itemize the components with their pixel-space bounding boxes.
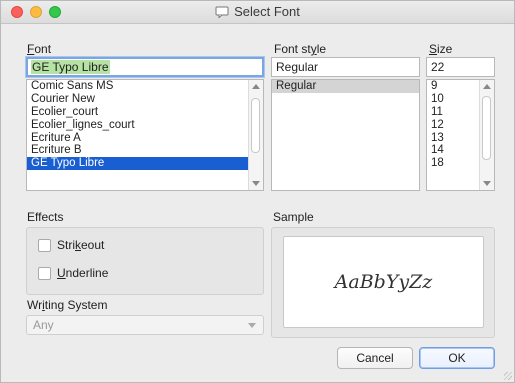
scroll-down-arrow-icon[interactable] (483, 181, 491, 186)
font-style-list-items: Regular (272, 80, 419, 93)
scroll-up-arrow-icon[interactable] (252, 84, 260, 89)
font-input[interactable]: GE Typo Libre (26, 57, 264, 77)
chevron-down-icon (248, 323, 256, 328)
effects-group: Strikeout Underline (26, 227, 264, 295)
sample-label: Sample (273, 210, 314, 224)
scroll-down-arrow-icon[interactable] (252, 181, 260, 186)
font-list-item[interactable]: Courier New (27, 93, 263, 106)
size-label: Size (429, 42, 453, 56)
font-label: Font (27, 42, 52, 56)
font-style-list-item[interactable]: Regular (272, 80, 419, 93)
ok-button[interactable]: OK (419, 347, 495, 369)
font-style-input[interactable]: Regular (271, 57, 420, 77)
size-list[interactable]: 9 10 11 12 13 14 18 (426, 79, 495, 191)
writing-system-select[interactable]: Any (26, 315, 264, 335)
font-list-items: Comic Sans MS Courier New Ecolier_court Eco… (27, 80, 263, 171)
writing-system-label: Writing System (27, 298, 108, 312)
font-dialog-icon (215, 6, 229, 19)
font-list[interactable]: Comic Sans MS Courier New Ecolier_court Eco… (26, 79, 264, 191)
strikeout-checkbox[interactable] (38, 239, 51, 252)
cancel-button[interactable]: Cancel (337, 347, 413, 369)
sample-group: AaBbYyZz (271, 227, 495, 338)
sample-preview: AaBbYyZz (283, 236, 484, 328)
select-font-dialog: Select Font Font GE Typo Libre Comic San… (0, 0, 515, 383)
font-style-list[interactable]: Regular (271, 79, 420, 191)
underline-checkbox[interactable] (38, 267, 51, 280)
resize-grip-icon[interactable] (504, 372, 512, 380)
size-input[interactable]: 22 (426, 57, 495, 77)
scroll-thumb[interactable] (251, 98, 260, 153)
font-list-scrollbar[interactable] (248, 80, 263, 190)
window-title: Select Font (1, 4, 514, 19)
window-title-text: Select Font (234, 4, 300, 19)
strikeout-label[interactable]: Strikeout (57, 238, 104, 252)
font-list-item[interactable]: GE Typo Libre (27, 157, 263, 171)
font-list-item[interactable]: Ecolier_lignes_court (27, 119, 263, 132)
underline-label[interactable]: Underline (57, 266, 108, 280)
effects-label: Effects (27, 210, 64, 224)
font-list-item[interactable]: Ecriture B (27, 144, 263, 157)
font-list-item[interactable]: Comic Sans MS (27, 80, 263, 93)
font-style-label: Font style (274, 42, 327, 56)
scroll-up-arrow-icon[interactable] (483, 84, 491, 89)
scroll-thumb[interactable] (482, 96, 491, 160)
font-list-item[interactable]: Ecriture A (27, 132, 263, 145)
font-list-item[interactable]: Ecolier_court (27, 106, 263, 119)
title-bar: Select Font (1, 1, 514, 24)
size-list-scrollbar[interactable] (479, 80, 494, 190)
font-input-value: GE Typo Libre (31, 60, 110, 74)
writing-system-value: Any (33, 318, 54, 332)
